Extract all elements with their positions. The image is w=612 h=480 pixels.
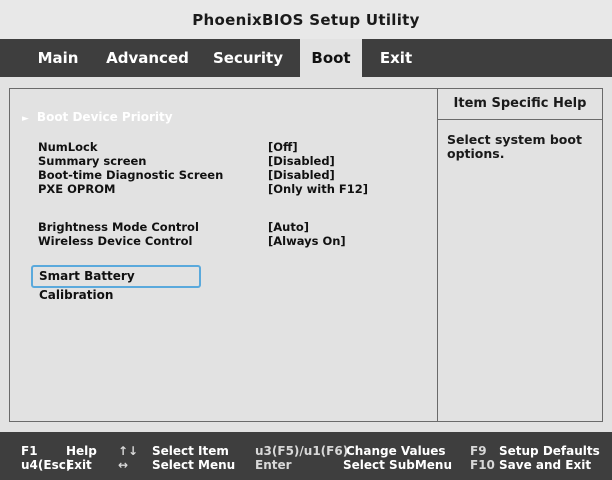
setting-value[interactable]: [Only with F12] bbox=[268, 183, 368, 196]
setting-value[interactable]: [Disabled] bbox=[268, 155, 335, 168]
enter-label: Select SubMenu bbox=[343, 458, 453, 472]
tab-advanced[interactable]: Advanced bbox=[100, 39, 195, 77]
panel-divider bbox=[437, 89, 438, 421]
tab-main[interactable]: Main bbox=[28, 39, 88, 77]
esc-label: Exit bbox=[66, 458, 92, 472]
setting-value[interactable]: [Auto] bbox=[268, 221, 309, 234]
setting-label: Summary screen bbox=[38, 154, 147, 168]
setting-label: Brightness Mode Control bbox=[38, 220, 199, 234]
app-title-bar: PhoenixBIOS Setup Utility bbox=[0, 0, 612, 39]
menu-bar: Main Advanced Security Boot Exit bbox=[0, 39, 612, 77]
enter-key: Enter bbox=[255, 458, 292, 472]
setting-value[interactable]: [Always On] bbox=[268, 235, 346, 248]
key-legend-footer: F1 Help u4(Esc) Exit ↑↓ Select Item ↔ Se… bbox=[0, 432, 612, 480]
change-values-label: Change Values bbox=[346, 444, 446, 458]
setting-value[interactable]: [Disabled] bbox=[268, 169, 335, 182]
updown-label: Select Item bbox=[152, 444, 229, 458]
help-title: Item Specific Help bbox=[453, 96, 587, 111]
f9-key: F9 bbox=[470, 444, 487, 458]
f9-label: Setup Defaults bbox=[499, 444, 600, 458]
tab-exit[interactable]: Exit bbox=[370, 39, 422, 77]
f1-key: F1 bbox=[21, 444, 38, 458]
esc-key: u4(Esc) bbox=[21, 458, 72, 472]
f10-key: F10 bbox=[470, 458, 495, 472]
smart-battery-calibration-item[interactable]: Smart Battery Calibration bbox=[31, 265, 201, 302]
tab-boot[interactable]: Boot bbox=[300, 39, 362, 77]
leftright-arrows-icon: ↔ bbox=[118, 458, 129, 472]
tab-security[interactable]: Security bbox=[208, 39, 288, 77]
setting-label: Boot-time Diagnostic Screen bbox=[38, 168, 224, 182]
submenu-label: Boot Device Priority bbox=[36, 110, 173, 124]
updown-arrows-icon: ↑↓ bbox=[118, 444, 139, 458]
setting-label: Wireless Device Control bbox=[38, 234, 193, 248]
content-frame: ► Boot Device Priority NumLock [Off] Summ… bbox=[9, 88, 603, 422]
f10-label: Save and Exit bbox=[499, 458, 592, 472]
submenu-arrow-icon: ► bbox=[22, 114, 29, 124]
help-divider bbox=[438, 119, 602, 120]
boot-device-priority-submenu[interactable]: ► Boot Device Priority bbox=[22, 110, 173, 124]
f1-label: Help bbox=[66, 444, 97, 458]
help-text: Select system boot options. bbox=[447, 132, 582, 161]
leftright-label: Select Menu bbox=[152, 458, 236, 472]
setting-value[interactable]: [Off] bbox=[268, 141, 298, 154]
setting-label: NumLock bbox=[38, 140, 98, 154]
change-values-key: u3(F5)/u1(F6) bbox=[255, 444, 349, 458]
app-title: PhoenixBIOS Setup Utility bbox=[192, 10, 420, 29]
setting-label: PXE OPROM bbox=[38, 182, 116, 196]
